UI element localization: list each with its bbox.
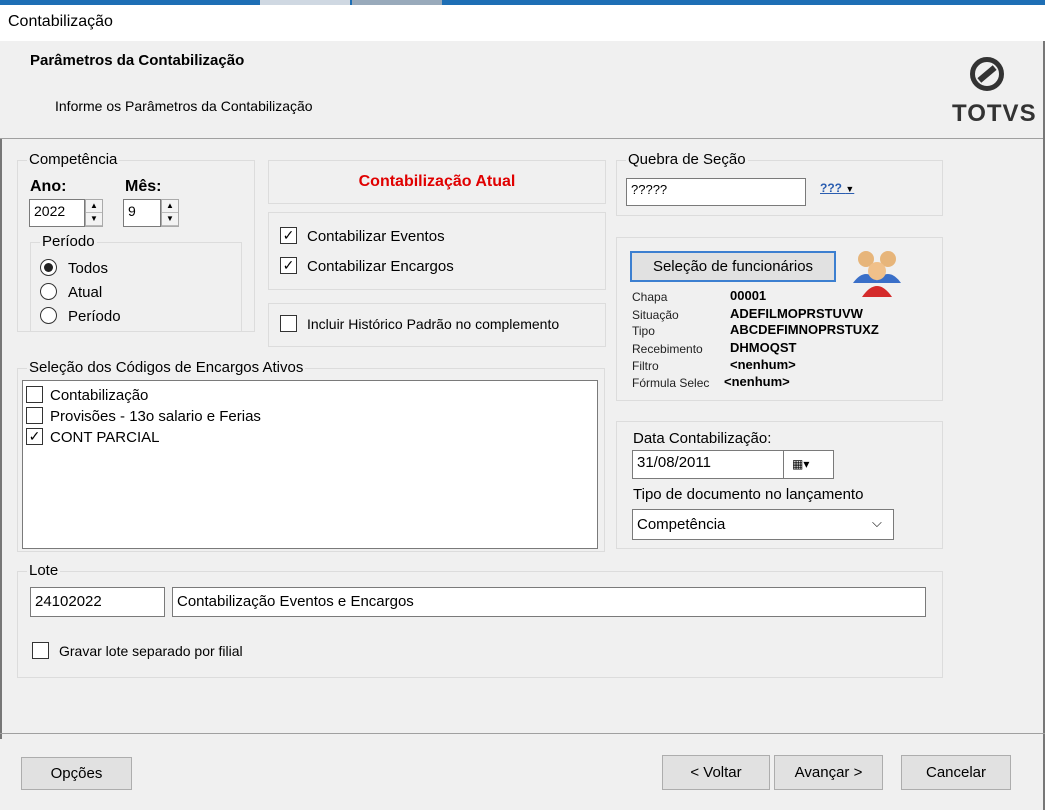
cancelar-button[interactable]: Cancelar xyxy=(901,755,1011,790)
contabilizacao-atual-label: Contabilização Atual xyxy=(358,173,516,190)
lote-label: Lote xyxy=(27,562,61,579)
lote-description-input[interactable]: Contabilização Eventos e Encargos xyxy=(172,587,926,617)
footer-divider xyxy=(0,733,1045,734)
gravar-lote-label: Gravar lote separado por filial xyxy=(59,643,243,659)
ano-input[interactable]: 2022 xyxy=(29,199,85,227)
periodo-periodo-label: Período xyxy=(68,308,121,325)
users-group-icon xyxy=(853,251,901,297)
encargo-contabilizacao-checkbox[interactable] xyxy=(26,386,43,403)
periodo-todos-radio[interactable] xyxy=(40,259,57,276)
totvs-logo-text: TOTVS xyxy=(952,100,1037,127)
situacao-label: Situação xyxy=(632,308,679,322)
formula-label: Fórmula Selec xyxy=(632,376,710,390)
periodo-periodo-radio[interactable] xyxy=(40,307,57,324)
competencia-label: Competência xyxy=(27,151,120,168)
opcoes-button[interactable]: Opções xyxy=(21,757,132,790)
periodo-group xyxy=(30,242,242,332)
encargo-item-label: Provisões - 13o salario e Ferias xyxy=(50,408,261,425)
ano-label: Ano: xyxy=(30,178,67,195)
tipo-value: ABCDEFIMNOPRSTUXZ xyxy=(730,322,879,337)
quebra-label: Quebra de Seção xyxy=(626,151,748,168)
encargos-label: Seleção dos Códigos de Encargos Ativos xyxy=(27,359,306,376)
encargo-cont-parcial-checkbox[interactable]: ✓ xyxy=(26,428,43,445)
page-subtitle: Informe os Parâmetros da Contabilização xyxy=(55,98,313,114)
gravar-lote-checkbox[interactable] xyxy=(32,642,49,659)
funcionarios-info: Chapa 00001 Situação ADEFILMOPRSTUVW Tipo A… xyxy=(632,288,879,391)
recebimento-label: Recebimento xyxy=(632,342,703,356)
data-label: Data Contabilização: xyxy=(633,430,772,447)
tipo-documento-value: Competência xyxy=(637,516,726,533)
periodo-atual-radio[interactable] xyxy=(40,283,57,300)
quebra-lookup-text: ??? xyxy=(820,181,842,195)
mes-label: Mês: xyxy=(125,178,162,195)
formula-value: <nenhum> xyxy=(724,374,790,389)
contabilizar-eventos-label: Contabilizar Eventos xyxy=(307,228,445,245)
selecao-funcionarios-button[interactable]: Seleção de funcionários xyxy=(630,251,836,282)
encargo-item-label: Contabilização xyxy=(50,387,149,404)
recebimento-value: DHMOQST xyxy=(730,340,797,355)
filtro-value: <nenhum> xyxy=(730,357,796,372)
periodo-todos-label: Todos xyxy=(68,260,109,277)
tipo-documento-label: Tipo de documento no lançamento xyxy=(633,486,864,503)
historico-label: Incluir Histórico Padrão no complemento xyxy=(307,316,560,332)
calendar-dropdown-icon[interactable]: ▦▾ xyxy=(784,450,834,479)
tipo-label: Tipo xyxy=(632,324,655,338)
avancar-button[interactable]: Avançar > xyxy=(774,755,883,790)
situacao-value: ADEFILMOPRSTUVW xyxy=(730,306,863,321)
window-title: Contabilização xyxy=(8,13,113,30)
periodo-atual-label: Atual xyxy=(68,284,103,301)
contabilizar-eventos-checkbox[interactable]: ✓ xyxy=(280,227,297,244)
periodo-label: Período xyxy=(40,233,97,250)
chapa-value: 00001 xyxy=(730,288,767,303)
tipo-documento-select[interactable]: Competência xyxy=(632,509,894,540)
data-input[interactable]: 31/08/2011 xyxy=(632,450,784,479)
window-border-left xyxy=(0,139,2,739)
contabilizar-encargos-label: Contabilizar Encargos xyxy=(307,258,454,275)
filtro-label: Filtro xyxy=(632,359,659,373)
contabilizar-options-box xyxy=(268,212,606,290)
mes-spinner[interactable]: ▲ ▼ xyxy=(161,199,179,227)
contabilizar-encargos-checkbox[interactable]: ✓ xyxy=(280,257,297,274)
mes-input[interactable]: 9 xyxy=(123,199,161,227)
title-bar: Contabilização xyxy=(0,5,1045,41)
ano-spinner[interactable]: ▲ ▼ xyxy=(85,199,103,227)
quebra-lookup-icon[interactable]: ??? ▼ xyxy=(820,181,854,195)
lote-code-input[interactable]: 24102022 xyxy=(30,587,165,617)
encargo-item-label: CONT PARCIAL xyxy=(50,429,160,446)
encargos-list[interactable]: Contabilização Provisões - 13o salario e… xyxy=(22,380,598,549)
voltar-button[interactable]: < Voltar xyxy=(662,755,770,790)
totvs-logo-icon xyxy=(970,57,1004,91)
quebra-input[interactable]: ????? xyxy=(626,178,806,206)
encargo-provisoes-checkbox[interactable] xyxy=(26,407,43,424)
historico-checkbox[interactable] xyxy=(280,315,297,332)
page-title: Parâmetros da Contabilização xyxy=(30,52,245,69)
chevron-down-icon: ⌵ xyxy=(872,515,882,530)
chapa-label: Chapa xyxy=(632,290,668,304)
